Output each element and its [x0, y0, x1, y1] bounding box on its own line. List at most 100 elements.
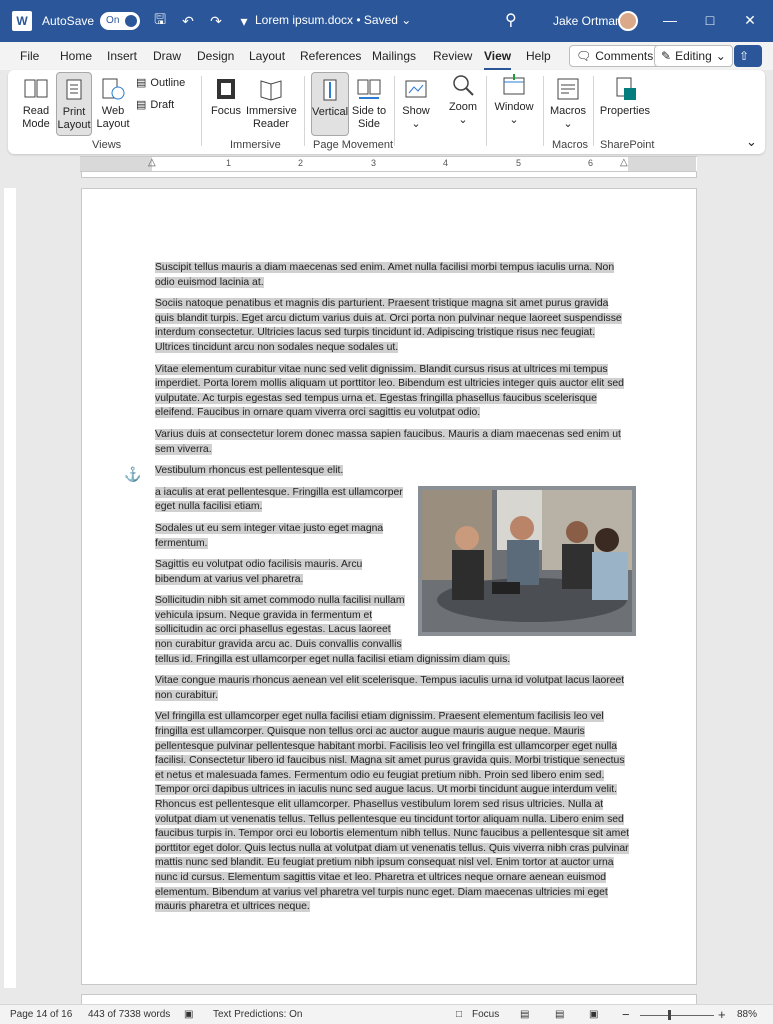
collapse-ribbon-icon[interactable]: ⌄	[746, 134, 757, 150]
horizontal-ruler[interactable]: △ 1 2 3 4 5 6 △	[80, 156, 697, 172]
redo-icon[interactable]: ↷	[208, 13, 224, 30]
paragraph[interactable]: Varius duis at consectetur lorem donec m…	[155, 428, 630, 457]
autosave-toggle[interactable]: On	[100, 12, 141, 30]
show-label: Show	[402, 105, 430, 117]
ruler-tick-label: 6	[588, 158, 594, 168]
status-bar: Page 14 of 16 443 of 7338 words ▣ Text P…	[0, 1004, 773, 1024]
vertical-label: Vertical	[312, 106, 349, 118]
paragraph-text: Sociis natoque penatibus et magnis dis p…	[155, 298, 622, 353]
print-layout-button[interactable]: Print Layout	[56, 72, 92, 136]
macros-button[interactable]: Macros ⌄	[548, 76, 588, 131]
ruler-tick-label: 3	[371, 158, 377, 168]
tab-references[interactable]: References	[300, 49, 361, 63]
side-to-side-button[interactable]: Side to Side	[350, 76, 388, 131]
right-indent-marker-icon[interactable]: △	[620, 157, 628, 168]
title-bar: W AutoSave On 🖫 ↶ ↷ ▾ Lorem ipsum.docx •…	[0, 0, 773, 42]
pencil-icon: ✎	[661, 49, 672, 63]
document-body[interactable]: Suscipit tellus mauris a diam maecenas s…	[155, 261, 636, 922]
zoom-in-icon[interactable]: +	[718, 1007, 726, 1022]
students-photo-icon	[422, 489, 632, 632]
show-button[interactable]: Show ⌄	[399, 76, 433, 131]
divider	[201, 76, 202, 146]
reader-icon	[260, 80, 282, 101]
zoom-slider-thumb[interactable]	[668, 1010, 671, 1020]
immersive-reader-button[interactable]: Immersive Reader	[246, 76, 297, 131]
anchor-icon[interactable]: ⚓	[124, 466, 141, 483]
close-icon[interactable]: ✕	[742, 12, 758, 29]
search-icon[interactable]: ⚲	[505, 10, 517, 30]
minimize-icon[interactable]: —	[662, 12, 678, 28]
divider	[394, 76, 395, 146]
properties-button[interactable]: Properties	[598, 76, 652, 118]
chevron-down-icon: ⌄	[715, 49, 726, 63]
tab-view[interactable]: View	[484, 49, 512, 70]
paragraph[interactable]: Vitae elementum curabitur vitae nunc sed…	[155, 363, 630, 421]
comments-button[interactable]: 🗨 Comments	[569, 45, 661, 67]
document-title-text: Lorem ipsum.docx • Saved	[255, 13, 398, 27]
paragraph[interactable]: Vestibulum rhoncus est pellentesque elit…	[155, 464, 630, 479]
paragraph-text: Vestibulum rhoncus est pellentesque elit…	[155, 465, 344, 477]
editing-label: Editing	[675, 49, 712, 63]
chevron-down-icon: ⌄	[411, 118, 421, 130]
zoom-level[interactable]: 88%	[737, 1009, 757, 1020]
zoom-button[interactable]: Zoom ⌄	[446, 72, 480, 127]
share-button[interactable]: ⇧	[734, 45, 762, 67]
document-page[interactable]: Suscipit tellus mauris a diam maecenas s…	[81, 188, 697, 985]
editing-mode-button[interactable]: ✎ Editing ⌄	[654, 45, 733, 67]
inline-picture[interactable]	[418, 485, 636, 636]
vertical-scroll-icon	[323, 79, 337, 101]
divider	[304, 76, 305, 146]
chevron-down-icon: ⌄	[458, 114, 468, 126]
word-count[interactable]: 443 of 7338 words	[88, 1009, 170, 1020]
draft-button[interactable]: ▤ Draft	[136, 98, 174, 112]
web-layout-button[interactable]: Web Layout	[94, 76, 132, 131]
read-mode-button[interactable]: Read Mode	[16, 76, 56, 131]
proofing-icon[interactable]: ▣	[184, 1009, 193, 1020]
ruler-tick-label: 1	[226, 158, 232, 168]
save-icon[interactable]: 🖫	[152, 9, 168, 33]
paragraph[interactable]: Sociis natoque penatibus et magnis dis p…	[155, 297, 630, 355]
page-counter[interactable]: Page 14 of 16	[10, 1009, 72, 1020]
avatar[interactable]	[618, 11, 638, 31]
tab-design[interactable]: Design	[197, 49, 234, 63]
paragraph[interactable]: Vel fringilla est ullamcorper eget nulla…	[155, 710, 630, 914]
indent-marker-icon[interactable]: △	[148, 157, 156, 168]
focus-label: Focus	[211, 105, 241, 117]
vertical-button[interactable]: Vertical	[311, 72, 349, 136]
focus-mode-button[interactable]: Focus	[472, 1009, 499, 1020]
undo-icon[interactable]: ↶	[180, 13, 196, 30]
page-movement-group-label: Page Movement	[313, 139, 394, 151]
show-icon	[405, 80, 427, 98]
tab-insert[interactable]: Insert	[107, 49, 137, 63]
outline-label: Outline	[150, 76, 186, 89]
ribbon-view: Read Mode Print Layout Web Layout ▤ Outli…	[8, 70, 765, 154]
sharepoint-properties-icon	[616, 77, 636, 100]
window-button[interactable]: Window ⌄	[492, 72, 536, 127]
tab-help[interactable]: Help	[526, 49, 551, 63]
print-layout-view-icon[interactable]: ▤	[555, 1009, 564, 1020]
paragraph[interactable]: Suscipit tellus mauris a diam maecenas s…	[155, 261, 630, 290]
tab-home[interactable]: Home	[60, 49, 92, 63]
paragraph[interactable]: Vitae congue mauris rhoncus aenean vel e…	[155, 674, 630, 703]
focus-button[interactable]: Focus	[208, 76, 244, 118]
previous-page-edge	[81, 172, 697, 178]
tab-review[interactable]: Review	[433, 49, 472, 63]
paragraph-text: Vitae congue mauris rhoncus aenean vel e…	[155, 675, 625, 701]
outline-button[interactable]: ▤ Outline	[136, 76, 186, 90]
tab-file[interactable]: File	[20, 49, 39, 63]
text-predictions-status[interactable]: Text Predictions: On	[213, 1009, 302, 1020]
customize-toolbar-icon[interactable]: ▾	[236, 13, 252, 30]
tab-draw[interactable]: Draw	[153, 49, 181, 63]
tab-mailings[interactable]: Mailings	[372, 49, 416, 63]
user-name[interactable]: Jake Ortman	[553, 14, 622, 28]
zoom-slider[interactable]	[640, 1015, 714, 1016]
ribbon-tabs: File Home Insert Draw Design Layout Refe…	[0, 42, 773, 70]
document-title[interactable]: Lorem ipsum.docx • Saved ⌄	[255, 13, 411, 27]
tab-layout[interactable]: Layout	[249, 49, 285, 63]
vertical-ruler[interactable]	[4, 188, 16, 988]
read-mode-view-icon[interactable]: ▤	[520, 1009, 529, 1020]
web-layout-view-icon[interactable]: ▣	[589, 1009, 598, 1020]
maximize-icon[interactable]: □	[702, 12, 718, 28]
zoom-out-icon[interactable]: −	[622, 1007, 630, 1022]
focus-mode-icon[interactable]: □	[456, 1009, 462, 1020]
